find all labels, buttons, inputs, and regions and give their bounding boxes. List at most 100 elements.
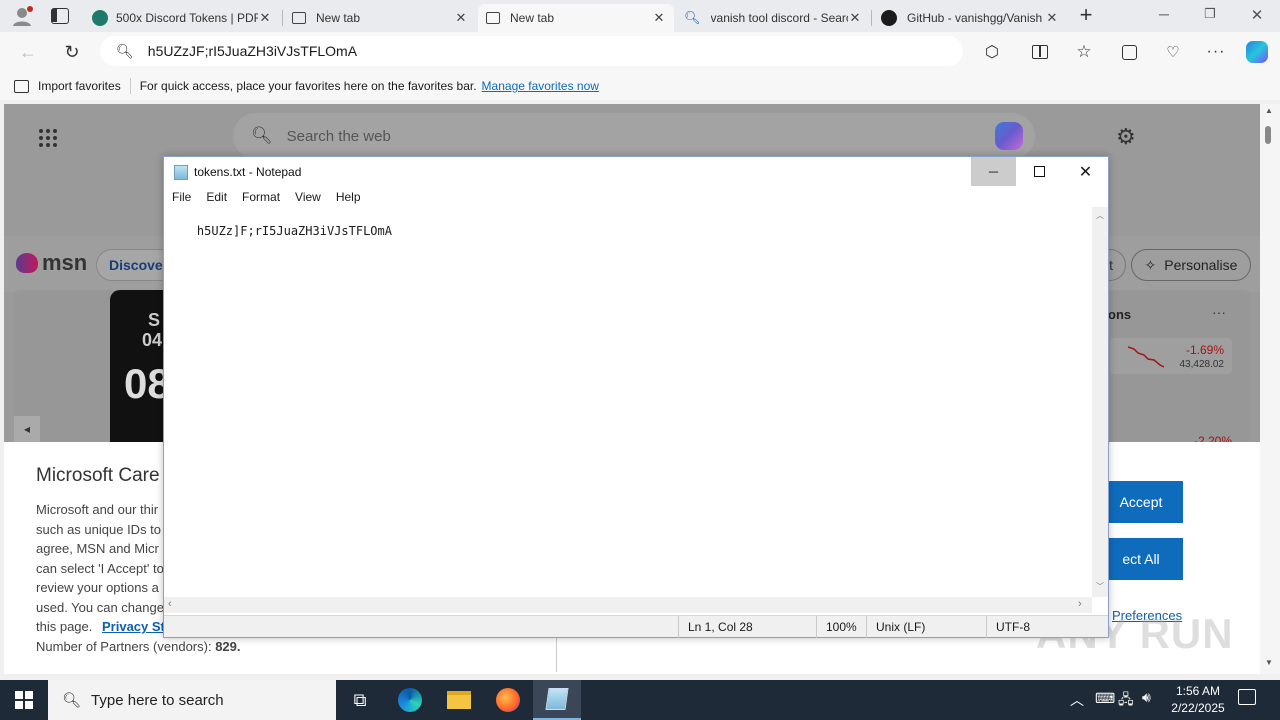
scroll-down-icon[interactable]: ﹀ [1096, 581, 1104, 592]
tab-actions-icon[interactable] [51, 8, 69, 24]
status-position: Ln 1, Col 28 [678, 616, 816, 638]
page-scrollbar[interactable]: ▲ ▼ [1260, 104, 1280, 674]
clock-time: 1:56 AM [1175, 684, 1221, 698]
scroll-thumb[interactable] [1265, 126, 1271, 144]
notepad-vertical-scrollbar[interactable]: ︿ ﹀ [1092, 207, 1108, 597]
file-explorer-icon[interactable] [435, 680, 483, 720]
scroll-left-icon[interactable]: ‹ [168, 598, 172, 610]
more-options-icon[interactable]: ··· [1212, 304, 1226, 320]
copilot-icon[interactable] [1245, 40, 1269, 64]
search-icon: 🔍︎ [116, 42, 134, 59]
stock-value: 43,428.02 [1179, 359, 1225, 370]
notepad-horizontal-scrollbar[interactable]: ‹ › [164, 597, 1092, 613]
tab-vanish-search[interactable]: 🔍︎ vanish tool discord - Search ✕ [676, 4, 870, 32]
collections-icon[interactable] [1117, 40, 1141, 64]
notepad-minimize-button[interactable]: ─ [971, 157, 1016, 186]
scroll-down-icon[interactable]: ▼ [1265, 658, 1273, 667]
stock-card[interactable]: -1.69% 43,428.02 [1110, 338, 1232, 374]
search-icon: 🔍︎ [684, 10, 701, 25]
tab-title: New tab [316, 11, 361, 25]
clock[interactable]: 1:56 AM 2/22/2025 [1160, 683, 1236, 717]
address-text[interactable]: h5UZzJF;rI5JuaZH3iVJsTFLOmA [148, 43, 357, 59]
menu-help[interactable]: Help [336, 190, 361, 204]
browser-essentials-icon[interactable]: ♡ [1161, 40, 1185, 64]
notepad-window: tokens.txt - Notepad ─ ✕ File Edit Forma… [163, 156, 1109, 638]
split-screen-icon[interactable] [1028, 40, 1052, 64]
address-bar[interactable]: 🔍︎ h5UZzJF;rI5JuaZH3iVJsTFLOmA [100, 36, 963, 66]
accept-label: Accept [1119, 494, 1163, 510]
tab-github[interactable]: GitHub - vanishgg/Vanish ✕ [873, 4, 1067, 32]
privacy-statement-link[interactable]: Privacy Sta [102, 619, 172, 634]
import-favorites-button[interactable]: Import favorites [38, 79, 121, 93]
github-icon [881, 10, 897, 26]
butterfly-icon [16, 253, 38, 273]
status-line-ending: Unix (LF) [866, 616, 986, 638]
scroll-up-icon[interactable]: ▲ [1265, 106, 1273, 115]
notifications-icon[interactable] [1238, 689, 1256, 705]
menu-file[interactable]: File [172, 190, 191, 204]
taskbar-search-box[interactable]: 🔍︎ Type here to search [48, 680, 336, 720]
notepad-status-bar: Ln 1, Col 28 100% Unix (LF) UTF-8 [164, 615, 1108, 638]
profile-avatar[interactable] [10, 5, 34, 27]
reject-all-button[interactable]: ect All [1099, 538, 1183, 580]
show-hidden-icons[interactable]: ︿ [1070, 690, 1084, 710]
new-tab-button[interactable]: + [1072, 4, 1100, 28]
msn-search-box[interactable]: 🔍︎ Search the web [233, 113, 1035, 159]
menu-format[interactable]: Format [242, 190, 280, 204]
status-zoom: 100% [816, 616, 866, 638]
msn-logo[interactable]: msn [16, 250, 87, 276]
globe-icon [92, 10, 108, 26]
notepad-content[interactable]: h5UZz]F;rI5JuaZH3iVJsTFLOmA [197, 224, 392, 238]
notepad-maximize-button[interactable] [1017, 157, 1062, 186]
extensions-icon[interactable]: ⬡ [980, 40, 1004, 64]
edge-taskbar-icon[interactable] [386, 680, 434, 720]
scroll-up-icon[interactable]: ︿ [1096, 210, 1104, 221]
refresh-button[interactable]: ↻ [60, 40, 84, 64]
menu-view[interactable]: View [295, 190, 321, 204]
volume-icon[interactable]: 🔊︎ [1142, 689, 1151, 706]
close-tab-icon[interactable]: ✕ [454, 10, 468, 26]
watch-text: 08 [124, 360, 168, 407]
start-button[interactable] [0, 680, 48, 720]
close-tab-icon[interactable]: ✕ [258, 10, 272, 26]
minimize-window-button[interactable]: ─ [1150, 6, 1178, 26]
notepad-close-button[interactable]: ✕ [1063, 157, 1108, 186]
tab-title: GitHub - vanishgg/Vanish [907, 11, 1043, 25]
partners-count: 829. [215, 638, 241, 654]
close-tab-icon[interactable]: ✕ [848, 10, 862, 26]
scroll-right-icon[interactable]: › [1078, 598, 1082, 610]
accept-button[interactable]: Accept [1099, 481, 1183, 523]
tab-new-tab-1[interactable]: New tab ✕ [284, 4, 476, 32]
back-button[interactable]: ← [16, 40, 40, 64]
network-icon[interactable]: 🖧︎ [1118, 689, 1134, 713]
restore-window-button[interactable]: ❐ [1196, 6, 1224, 26]
notepad-title-bar[interactable]: tokens.txt - Notepad ─ ✕ [164, 157, 1108, 187]
taskbar-search-placeholder: Type here to search [91, 691, 224, 709]
close-tab-icon[interactable]: ✕ [1045, 10, 1059, 26]
tab-discord-tokens[interactable]: 500x Discord Tokens | PDF ✕ [84, 4, 280, 32]
close-window-button[interactable]: ✕ [1243, 6, 1271, 26]
device-icon[interactable]: ⌨ [1095, 690, 1115, 707]
newtab-icon [486, 12, 500, 24]
tab-title: New tab [510, 11, 555, 25]
firefox-icon[interactable] [484, 680, 532, 720]
tab-new-tab-2[interactable]: New tab ✕ [478, 4, 674, 32]
windows-taskbar: 🔍︎ Type here to search ⧉ ︿ ⌨ 🖧︎ 🔊︎ 1:56 … [0, 680, 1280, 720]
settings-more-icon[interactable]: ··· [1204, 40, 1228, 64]
menu-edit[interactable]: Edit [206, 190, 227, 204]
gear-icon[interactable]: ⚙ [1116, 124, 1136, 150]
task-view-icon[interactable]: ⧉ [336, 680, 384, 720]
browser-nav-bar: ← ↻ 🔍︎ h5UZzJF;rI5JuaZH3iVJsTFLOmA ⬡ ☆ ♡… [0, 32, 1280, 72]
copilot-icon[interactable] [995, 122, 1023, 150]
apps-launcher-icon[interactable] [38, 128, 58, 148]
close-tab-icon[interactable]: ✕ [652, 10, 666, 26]
tab-title: vanish tool discord - Search [710, 11, 848, 25]
favorites-star-icon[interactable]: ☆ [1072, 40, 1096, 64]
personalise-button[interactable]: ✧ Personalise [1131, 249, 1251, 281]
manage-favorites-link[interactable]: Manage favorites now [482, 79, 599, 93]
notepad-taskbar-icon[interactable] [533, 680, 581, 720]
carousel-prev-button[interactable]: ◂ [14, 416, 40, 442]
cookie-title: Microsoft Care [36, 465, 160, 486]
search-icon: 🔍︎ [62, 692, 82, 709]
notepad-text-area[interactable]: h5UZz]F;rI5JuaZH3iVJsTFLOmA [164, 207, 1108, 597]
